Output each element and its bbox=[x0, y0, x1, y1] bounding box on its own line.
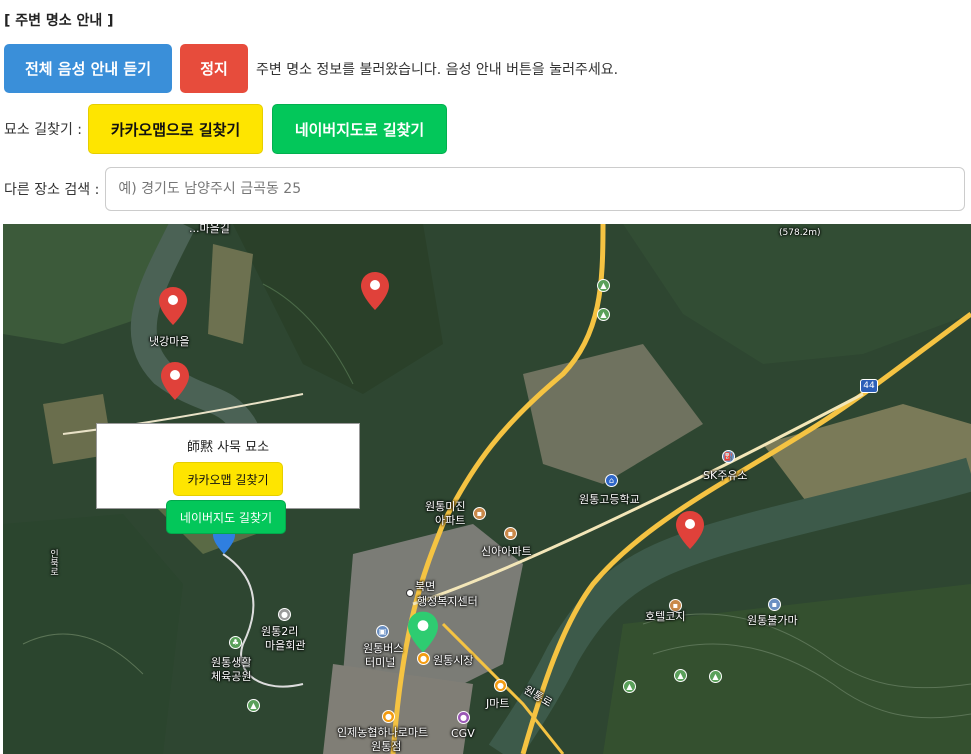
town-hall-icon: ● bbox=[278, 608, 291, 621]
map-label-naegang: 냇강마을 bbox=[149, 335, 190, 348]
mountain-icon: ▲ bbox=[709, 670, 722, 683]
school-icon: ⌂ bbox=[605, 474, 618, 487]
map-label-apt-sina: 신아아파트 bbox=[481, 545, 532, 558]
stop-audio-button[interactable]: 정지 bbox=[180, 44, 248, 93]
map-label-sk-station: SK주유소 bbox=[703, 469, 748, 482]
map-label-bukmyeon-2: 행정복지센터 bbox=[417, 595, 478, 608]
map-label-hall-2: 마을회관 bbox=[265, 639, 306, 652]
popup-title: 師黙 사묵 묘소 bbox=[186, 440, 270, 455]
directions-row: 묘소 길찾기 : 카카오맵으로 길찾기 네이버지도로 길찾기 bbox=[4, 104, 448, 154]
map-label-hanaro-2: 원통점 bbox=[371, 740, 402, 753]
popup-naver-button[interactable]: 네이버지도 길찾기 bbox=[166, 500, 286, 534]
route-number: 44 bbox=[863, 381, 875, 391]
map-label-side-road: 인북로 bbox=[48, 549, 58, 576]
page-title: [ 주변 명소 안내 ] bbox=[4, 13, 114, 29]
audio-status-text: 주변 명소 정보를 불러왔습니다. 음성 안내 버튼을 눌러주세요. bbox=[256, 61, 619, 78]
kakao-directions-button[interactable]: 카카오맵으로 길찾기 bbox=[88, 104, 264, 154]
map-label-school: 원통고등학교 bbox=[579, 493, 640, 506]
mart-icon: ● bbox=[494, 679, 507, 692]
map-label-market: 원통시장 bbox=[433, 654, 474, 667]
map-label-bukmyeon-1: 북면 bbox=[415, 580, 436, 593]
map-marker-red-icon[interactable] bbox=[161, 362, 189, 400]
naver-directions-button[interactable]: 네이버지도로 길찾기 bbox=[272, 104, 448, 154]
directions-label: 묘소 길찾기 : bbox=[4, 122, 83, 138]
mart-icon: ● bbox=[382, 710, 395, 723]
marker-info-popup: 師黙 사묵 묘소 카카오맵 길찾기 bbox=[96, 423, 360, 509]
bus-terminal-icon: ▣ bbox=[376, 625, 389, 638]
map-label-apt-mijin-2: 아파트 bbox=[435, 514, 466, 527]
play-all-audio-button[interactable]: 전체 음성 안내 듣기 bbox=[4, 44, 172, 93]
map-marker-red-icon[interactable] bbox=[361, 272, 389, 310]
mountain-icon: ▲ bbox=[247, 699, 260, 712]
office-dot-icon bbox=[406, 589, 414, 597]
map-label-bulgama: 원통불가마 bbox=[747, 614, 798, 627]
map-label-village-top: ...마을길 bbox=[189, 224, 230, 235]
map-label-terminal-2: 터미널 bbox=[365, 656, 396, 669]
search-row: 다른 장소 검색 : bbox=[4, 167, 966, 211]
mountain-icon: ▲ bbox=[597, 279, 610, 292]
map-label-park-2: 체육공원 bbox=[211, 670, 252, 683]
search-label: 다른 장소 검색 : bbox=[4, 182, 100, 198]
apartment-icon: ▪ bbox=[473, 507, 486, 520]
satellite-map[interactable]: 44 ▲ ▲ ⌂ ⛽ ▪ ▪ ● ♣ ▣ ● ● ● ● ▪ ▪ ▲ ▲ ▲ ▲… bbox=[3, 224, 971, 754]
gas-station-icon: ⛽ bbox=[722, 450, 735, 463]
audio-controls: 전체 음성 안내 듣기 정지 주변 명소 정보를 불러왔습니다. 음성 안내 버… bbox=[4, 44, 618, 93]
cinema-icon: ● bbox=[457, 711, 470, 724]
map-label-hotel: 호텔코지 bbox=[645, 610, 686, 623]
mountain-icon: ▲ bbox=[674, 669, 687, 682]
map-label-jmart: J마트 bbox=[486, 697, 510, 710]
popup-kakao-button[interactable]: 카카오맵 길찾기 bbox=[173, 462, 283, 496]
mountain-icon: ▲ bbox=[597, 308, 610, 321]
map-marker-red-icon[interactable] bbox=[676, 511, 704, 549]
map-label-cgv: CGV bbox=[451, 727, 475, 740]
route-44-icon: 44 bbox=[860, 379, 878, 393]
apartment-icon: ▪ bbox=[504, 527, 517, 540]
mountain-icon: ▲ bbox=[623, 680, 636, 693]
park-icon: ♣ bbox=[229, 636, 242, 649]
map-label-elevation: (578.2m) bbox=[779, 228, 821, 238]
place-search-input[interactable] bbox=[105, 167, 966, 211]
map-marker-red-icon[interactable] bbox=[159, 287, 187, 325]
map-marker-green-icon[interactable] bbox=[408, 609, 438, 655]
sauna-icon: ▪ bbox=[768, 598, 781, 611]
market-icon: ● bbox=[417, 652, 430, 665]
